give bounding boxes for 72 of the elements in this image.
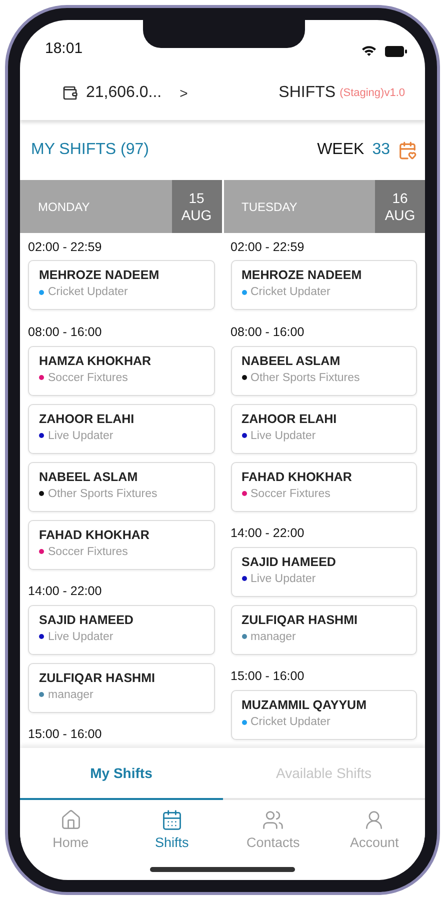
shift-card[interactable]: HAMZA KHOKHAR Soccer Fixtures — [28, 346, 214, 396]
date-day: 16 — [392, 190, 408, 206]
week-label: WEEK — [317, 141, 364, 159]
employee-name: MEHROZE NADEEM — [242, 268, 363, 282]
role-label: Soccer Fixtures — [48, 372, 128, 384]
day-name: MONDAY — [37, 198, 91, 216]
wallet-icon — [62, 84, 78, 100]
employee-name: MEHROZE NADEEM — [39, 268, 160, 282]
role-label: Cricket Updater — [250, 716, 330, 728]
home-icon — [60, 808, 82, 830]
shift-time: 08:00 - 16:00 — [28, 324, 103, 341]
role-label: Live Updater — [48, 630, 114, 643]
shift-card[interactable]: MEHROZE NADEEM Cricket Updater — [28, 260, 214, 310]
role-label: manager — [250, 630, 296, 643]
wifi-icon — [361, 45, 377, 57]
employee-name: ZULFIQAR HASHMI — [242, 612, 358, 627]
calendar-icon[interactable] — [398, 140, 417, 160]
date-month: AUG — [181, 206, 212, 224]
employee-name: SAJID HAMEED — [39, 612, 134, 627]
balance-amount[interactable]: 21,606.0... — [86, 84, 162, 102]
shift-time: 15:00 - 16:00 — [28, 726, 103, 744]
role-label: Other Sports Fixtures — [250, 372, 360, 384]
shift-time: 15:00 - 16:00 — [230, 668, 306, 686]
shift-card[interactable]: ZULFIQAR HASHMI manager — [28, 662, 214, 713]
status-time: 18:01 — [45, 40, 83, 57]
shift-card[interactable]: ZULFIQAR HASHMI manager — [230, 604, 417, 655]
people-icon — [262, 808, 284, 830]
role-label: Other Sports Fixtures — [48, 488, 158, 500]
employee-name: NABEEL ASLAM — [39, 470, 139, 484]
date-day: 15 — [188, 190, 204, 206]
role-label: manager — [48, 688, 94, 701]
shift-card[interactable]: NABEEL ASLAM Other Sports Fixtures — [28, 462, 214, 512]
shift-time: 02:00 - 22:59 — [28, 238, 103, 256]
role-label: Live Updater — [250, 572, 316, 585]
role-label: Cricket Updater — [250, 286, 330, 298]
section-title: MY SHIFTS (97) — [31, 141, 149, 159]
shift-card[interactable]: SAJID HAMEED Live Updater — [230, 546, 417, 597]
week-number: 33 — [372, 141, 390, 159]
date-month: AUG — [384, 206, 416, 224]
chevron-icon[interactable]: > — [180, 84, 188, 100]
calendar-icon — [160, 808, 183, 830]
shift-time: 02:00 - 22:59 — [230, 238, 306, 256]
shift-card[interactable]: MEHROZE NADEEM Cricket Updater — [230, 260, 417, 310]
role-label: Live Updater — [250, 430, 316, 442]
shift-time: 14:00 - 22:00 — [230, 525, 306, 542]
shift-time: 14:00 - 22:00 — [28, 583, 103, 600]
shift-card[interactable]: NABEEL ASLAM Other Sports Fixtures — [230, 346, 417, 396]
role-label: Soccer Fixtures — [250, 488, 330, 500]
employee-name: HAMZA KHOKHAR — [39, 354, 152, 368]
employee-name: SAJID HAMEED — [242, 554, 337, 569]
battery-icon — [385, 46, 407, 56]
shift-card[interactable]: FAHAD KHOKHAR Soccer Fixtures — [230, 462, 417, 512]
tab[interactable]: My Shifts — [20, 748, 222, 800]
shift-card[interactable]: MUZAMMIL QAYYUM Cricket Updater — [230, 690, 417, 740]
employee-name: NABEEL ASLAM — [242, 354, 342, 368]
employee-name: ZAHOOR ELAHI — [242, 412, 338, 426]
role-label: Cricket Updater — [48, 286, 128, 298]
employee-name: ZULFIQAR HASHMI — [39, 670, 156, 685]
employee-name: MUZAMMIL QAYYUM — [242, 698, 368, 712]
day-name: TUESDAY — [240, 198, 298, 216]
shift-card[interactable]: FAHAD KHOKHAR Soccer Fixtures — [28, 520, 214, 570]
shift-time: 08:00 - 16:00 — [230, 324, 306, 341]
employee-name: FAHAD KHOKHAR — [39, 528, 150, 542]
employee-name: ZAHOOR ELAHI — [39, 412, 136, 426]
shift-card[interactable]: ZAHOOR ELAHI Live Updater — [230, 404, 417, 454]
role-label: Soccer Fixtures — [48, 546, 128, 558]
employee-name: FAHAD KHOKHAR — [242, 470, 353, 484]
shift-card[interactable]: SAJID HAMEED Live Updater — [28, 604, 214, 655]
environment-label: (Staging)v1.0 — [340, 86, 405, 98]
app-title: SHIFTS — [278, 84, 336, 102]
role-label: Live Updater — [48, 430, 114, 442]
shift-card[interactable]: ZAHOOR ELAHI Live Updater — [28, 404, 214, 454]
